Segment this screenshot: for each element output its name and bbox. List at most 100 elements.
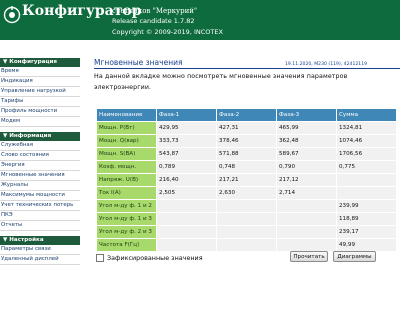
fixed-values-toggle[interactable]: Зафиксированные значения — [96, 254, 203, 262]
table-row: Напряж. U(В) 216,40 217,21 217,12 — [96, 173, 397, 187]
cell-phase-3: 589,67 — [276, 147, 337, 161]
sidebar-item-connection-params[interactable]: Параметры связи — [0, 245, 80, 255]
cell-phase-1: 216,40 — [156, 173, 217, 187]
sidebar-section-info[interactable]: ▼ Информация — [0, 132, 80, 141]
cell-phase-2: 217,21 — [216, 173, 277, 187]
sidebar: ▼ Конфигурация Время Индикация Управлени… — [0, 58, 80, 310]
cell-phase-2 — [216, 238, 277, 252]
sidebar-section-settings[interactable]: ▼ Настройка — [0, 236, 80, 245]
sidebar-item-instant-values[interactable]: Мгновенные значения — [0, 171, 80, 181]
table-row: Ток I(А) 2,505 2,630 2,714 — [96, 186, 397, 200]
row-label: Напряж. U(В) — [96, 173, 157, 187]
sidebar-item-pqe[interactable]: ПКЭ — [0, 211, 80, 221]
cell-phase-3: 362,48 — [276, 134, 337, 148]
sidebar-item-tech-losses[interactable]: Учет технических потерь — [0, 201, 80, 211]
row-label: Частота F(Гц) — [96, 238, 157, 252]
sidebar-item-power-profile[interactable]: Профиль мощности — [0, 107, 80, 117]
table-row: Мощн. P(Вт) 429,95 427,31 465,99 1324,81 — [96, 121, 397, 135]
table-row: Угол м-ду ф. 2 и 3 239,17 — [96, 225, 397, 239]
row-label: Мощн. S(ВА) — [96, 147, 157, 161]
table-row: Мощн. Q(вар) 333,73 378,46 362,48 1074,4… — [96, 134, 397, 148]
cell-phase-2 — [216, 212, 277, 226]
sidebar-item-status-word[interactable]: Слово состояния — [0, 151, 80, 161]
cell-sum — [336, 173, 397, 187]
sidebar-item-modem[interactable]: Модем — [0, 117, 80, 127]
row-label: Угол м-ду ф. 1 и 3 — [96, 212, 157, 226]
cell-phase-1: 543,87 — [156, 147, 217, 161]
sidebar-item-indication[interactable]: Индикация — [0, 77, 80, 87]
cell-phase-1: 0,789 — [156, 160, 217, 174]
table-row: Мощн. S(ВА) 543,87 571,88 589,67 1706,56 — [96, 147, 397, 161]
cell-phase-1: 2,505 — [156, 186, 217, 200]
row-label: Мощн. P(Вт) — [96, 121, 157, 135]
fixed-values-checkbox[interactable] — [96, 254, 104, 262]
cell-phase-3: 0,790 — [276, 160, 337, 174]
fixed-values-label: Зафиксированные значения — [107, 254, 203, 262]
app-header: Конфигуратор счетчиков "Меркурий" Releas… — [0, 0, 400, 40]
sidebar-section-config[interactable]: ▼ Конфигурация — [0, 58, 80, 67]
cell-phase-1 — [156, 212, 217, 226]
cell-phase-3 — [276, 238, 337, 252]
cell-sum: 1706,56 — [336, 147, 397, 161]
cell-phase-3: 2,714 — [276, 186, 337, 200]
sidebar-item-reports[interactable]: Отчеты — [0, 221, 80, 231]
cell-phase-2: 0,748 — [216, 160, 277, 174]
cell-phase-2 — [216, 225, 277, 239]
cell-phase-2: 2,630 — [216, 186, 277, 200]
row-label: Ток I(А) — [96, 186, 157, 200]
read-button[interactable]: Прочитать — [290, 251, 328, 262]
sidebar-item-service[interactable]: Служебная — [0, 141, 80, 151]
device-info: 19.11.2020, M230 (119), 42412119 — [285, 62, 368, 67]
cell-phase-1: 333,73 — [156, 134, 217, 148]
cell-phase-3: 217,12 — [276, 173, 337, 187]
sidebar-item-power-maxima[interactable]: Максимумы мощности — [0, 191, 80, 201]
header-phase-3: Фаза-3 — [276, 108, 337, 122]
cell-sum: 49,99 — [336, 238, 397, 252]
sidebar-item-time[interactable]: Время — [0, 67, 80, 77]
cell-sum: 239,17 — [336, 225, 397, 239]
row-label: Угол м-ду ф. 1 и 2 — [96, 199, 157, 213]
cell-phase-2: 571,88 — [216, 147, 277, 161]
row-label: Мощн. Q(вар) — [96, 134, 157, 148]
row-label: Угол м-ду ф. 2 и 3 — [96, 225, 157, 239]
table-row: Частота F(Гц) 49,99 — [96, 238, 397, 252]
copyright: Copyright © 2009-2019, INCOTEX — [112, 28, 223, 36]
table-header-row: Наименование Фаза-1 Фаза-2 Фаза-3 Сумма — [96, 108, 397, 122]
cell-sum: 118,89 — [336, 212, 397, 226]
diagrams-button[interactable]: Диаграммы — [333, 251, 376, 262]
page-description: На данной вкладке можно посмотреть мгнов… — [94, 73, 348, 91]
logo-icon — [3, 6, 21, 24]
header-sum: Сумма — [336, 108, 397, 122]
sidebar-item-journals[interactable]: Журналы — [0, 181, 80, 191]
cell-sum: 239,99 — [336, 199, 397, 213]
cell-sum: 0,775 — [336, 160, 397, 174]
release-version: Release candidate 1.7.82 — [112, 17, 195, 25]
table-row: Угол м-ду ф. 1 и 2 239,99 — [96, 199, 397, 213]
sidebar-item-energy[interactable]: Энергия — [0, 161, 80, 171]
cell-phase-1 — [156, 238, 217, 252]
cell-phase-1 — [156, 225, 217, 239]
cell-phase-2: 427,31 — [216, 121, 277, 135]
row-label: Коэф. мощн. — [96, 160, 157, 174]
table-row: Угол м-ду ф. 1 и 3 118,89 — [96, 212, 397, 226]
sidebar-item-tariffs[interactable]: Тарифы — [0, 97, 80, 107]
cell-phase-1 — [156, 199, 217, 213]
sidebar-item-load-control[interactable]: Управление нагрузкой — [0, 87, 80, 97]
cell-phase-1: 429,95 — [156, 121, 217, 135]
header-name: Наименование — [96, 108, 157, 122]
cell-phase-3 — [276, 212, 337, 226]
app-subtitle: счетчиков "Меркурий" — [112, 7, 198, 15]
cell-sum: 1324,81 — [336, 121, 397, 135]
page-title: Мгновенные значения — [94, 58, 183, 67]
header-phase-1: Фаза-1 — [156, 108, 217, 122]
title-divider — [94, 68, 400, 69]
cell-sum: 1074,46 — [336, 134, 397, 148]
sidebar-item-remote-display[interactable]: Удаленный дисплей — [0, 255, 80, 265]
cell-phase-2: 378,46 — [216, 134, 277, 148]
cell-phase-3: 465,99 — [276, 121, 337, 135]
table-row: Коэф. мощн. 0,789 0,748 0,790 0,775 — [96, 160, 397, 174]
header-phase-2: Фаза-2 — [216, 108, 277, 122]
cell-phase-2 — [216, 199, 277, 213]
instant-values-table: Наименование Фаза-1 Фаза-2 Фаза-3 Сумма … — [96, 108, 397, 252]
cell-sum — [336, 186, 397, 200]
